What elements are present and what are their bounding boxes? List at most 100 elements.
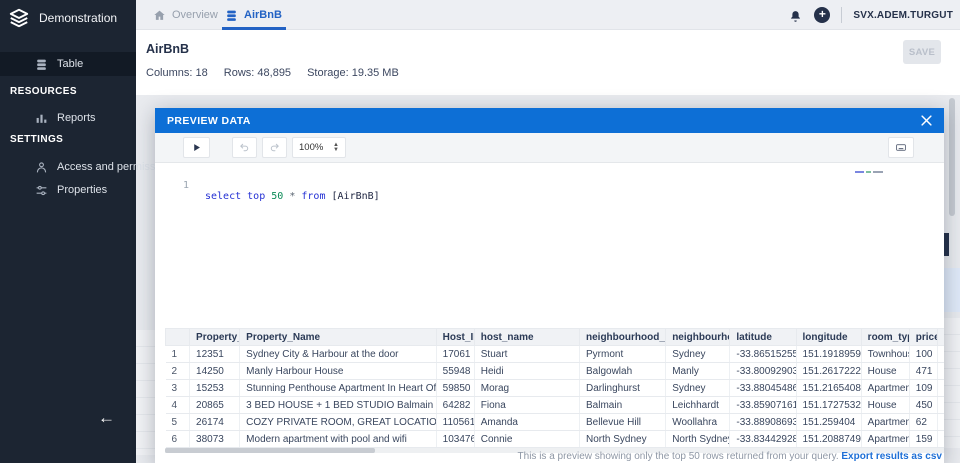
- close-icon[interactable]: [919, 113, 934, 128]
- table-cell: 5: [937, 362, 944, 380]
- row-index-cell: 2: [165, 362, 191, 380]
- editor-minimap: [855, 170, 887, 176]
- stat-columns: Columns: 18: [146, 67, 208, 79]
- modal-header: PREVIEW DATA: [155, 108, 944, 133]
- row-index-cell: 5: [165, 413, 191, 431]
- undo-button[interactable]: [232, 137, 257, 158]
- table-cell: 151.2088749: [796, 430, 862, 448]
- table-cell: 15253: [189, 379, 241, 397]
- sidebar-item-properties[interactable]: Properties: [0, 178, 136, 202]
- preview-footer: This is a preview showing only the top 5…: [518, 451, 942, 462]
- column-header: longitude: [796, 328, 862, 346]
- column-header: neighbourhood: [665, 328, 731, 346]
- code-token: select: [205, 191, 242, 202]
- column-header: mi: [937, 328, 944, 346]
- table-stats: Columns: 18 Rows: 48,895 Storage: 19.35 …: [146, 67, 399, 79]
- sidebar-item-reports[interactable]: Reports: [0, 106, 136, 130]
- table-cell: Sydney City & Harbour at the door: [239, 345, 437, 363]
- page-scrollbar[interactable]: [949, 98, 955, 216]
- back-arrow-icon[interactable]: ←: [98, 408, 115, 428]
- save-button[interactable]: SAVE: [903, 40, 941, 64]
- table-cell: 151.1727532: [796, 396, 862, 414]
- topbar-actions: + SVX.ADEM.TURGUT: [788, 0, 953, 30]
- table-cell: 151.2617222: [796, 362, 862, 380]
- tab-label: AirBnB: [244, 9, 282, 21]
- table-cell: 3 BED HOUSE + 1 BED STUDIO Balmain: [239, 396, 437, 414]
- stepper-arrows-icon: ▲ ▼: [333, 141, 339, 153]
- table-cell: COZY PRIVATE ROOM, GREAT LOCATION!: [239, 413, 437, 431]
- tab-airbnb[interactable]: AirBnB: [225, 0, 282, 30]
- keyboard-shortcuts-button[interactable]: [888, 137, 914, 158]
- tab-label: Overview: [172, 9, 218, 21]
- table-cell: -33.83442928: [729, 430, 797, 448]
- results-grid: Property_IDProperty_NameHost_IDhost_name…: [165, 328, 944, 448]
- table-cell: 110561: [436, 413, 475, 431]
- editor-toolbar: 100% ▲ ▼: [155, 133, 944, 163]
- sidebar: Demonstration Table RESOURCES Reports SE…: [0, 0, 176, 463]
- minimap-mark: [873, 171, 883, 173]
- table-cell: 55948: [436, 362, 475, 380]
- table-cell: 14250: [189, 362, 241, 380]
- sidebar-item-label: Reports: [57, 112, 96, 124]
- table-cell: Morag: [474, 379, 581, 397]
- add-plus-icon[interactable]: +: [814, 7, 831, 23]
- table-row: 2 14250 Manly Harbour House 55948 Heidi Balgo…: [165, 362, 944, 380]
- redo-button[interactable]: [262, 137, 287, 158]
- table-row: 1 12351 Sydney City & Harbour at the door 1…: [165, 345, 944, 363]
- table-cell: 100: [909, 345, 938, 363]
- preview-notice: This is a preview showing only the top 5…: [517, 451, 842, 462]
- table-cell: Bellevue Hill: [579, 413, 667, 431]
- column-header: host_name: [474, 328, 581, 346]
- table-row: 5 26174 COZY PRIVATE ROOM, GREAT LOCATION!…: [165, 413, 944, 431]
- table-cell: Modern apartment with pool and wifi: [239, 430, 437, 448]
- table-cell: Balmain: [579, 396, 667, 414]
- sidebar-item-label: Table: [57, 58, 84, 70]
- table-cell: Heidi: [474, 362, 581, 380]
- column-header: Property_Name: [239, 328, 437, 346]
- grid-horizontal-scrollbar-thumb[interactable]: [165, 448, 375, 453]
- layers-logo-icon: [8, 7, 30, 29]
- column-header: neighbourhood_group: [579, 328, 667, 346]
- grid-header-row: Property_IDProperty_NameHost_IDhost_name…: [165, 328, 944, 346]
- table-cell: 151.259404: [796, 413, 862, 431]
- table-cell: 109: [909, 379, 938, 397]
- sql-editor[interactable]: 1 select top 50 * from [AirBnB]: [155, 163, 944, 328]
- table-cell: House: [861, 396, 910, 414]
- modal-title: PREVIEW DATA: [167, 114, 251, 127]
- topbar-divider: [841, 7, 843, 23]
- database-icon: [225, 9, 238, 22]
- code-token: [AirBnB]: [331, 191, 380, 202]
- app-window: Demonstration Table RESOURCES Reports SE…: [0, 0, 960, 463]
- person-icon: [35, 161, 48, 174]
- run-query-button[interactable]: [183, 137, 210, 158]
- table-cell: Manly: [665, 362, 731, 380]
- sidebar-item-access-and-permissions[interactable]: Access and permissions: [0, 155, 176, 179]
- notifications-bell-icon[interactable]: [788, 8, 803, 23]
- table-cell: Apartment: [861, 413, 910, 431]
- minimap-mark: [855, 171, 864, 173]
- sidebar-item-table[interactable]: Table: [0, 52, 136, 76]
- code-line: 1 select top 50 * from [AirBnB]: [155, 169, 944, 202]
- table-cell: Sydney: [665, 379, 731, 397]
- zoom-level-select[interactable]: 100% ▲ ▼: [292, 137, 346, 158]
- export-csv-link[interactable]: Export results as csv: [841, 451, 942, 462]
- table-cell: -33.86515255: [729, 345, 797, 363]
- background-table-rows: [944, 318, 960, 448]
- stat-storage: Storage: 19.35 MB: [307, 67, 399, 79]
- table-row: 3 15253 Stunning Penthouse Apartment In He…: [165, 379, 944, 397]
- table-cell: 450: [909, 396, 938, 414]
- code-token: top: [247, 191, 266, 202]
- table-cell: 7: [937, 396, 944, 414]
- table-cell: -33.88908693: [729, 413, 797, 431]
- column-header: room_type: [861, 328, 910, 346]
- table-cell: Manly Harbour House: [239, 362, 437, 380]
- background-table-rows: [136, 330, 155, 455]
- minimap-mark: [866, 171, 871, 173]
- topbar: Overview AirBnB + SVX.ADEM.TURGUT: [136, 0, 960, 30]
- table-cell: North Sydney: [665, 430, 731, 448]
- table-cell: North Sydney: [579, 430, 667, 448]
- table-cell: 20865: [189, 396, 241, 414]
- table-cell: 1: [937, 413, 944, 431]
- table-cell: Balgowlah: [579, 362, 667, 380]
- tab-overview[interactable]: Overview: [153, 0, 218, 30]
